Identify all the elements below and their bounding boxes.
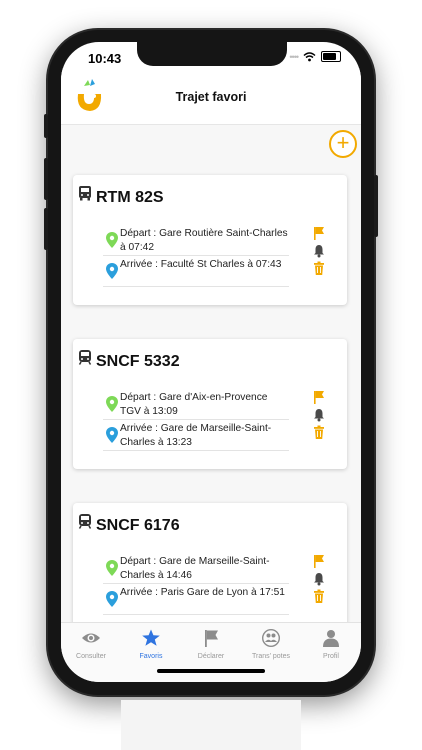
arrival-pin-icon (106, 591, 118, 607)
flag-icon[interactable] (313, 390, 325, 404)
train-icon (78, 350, 92, 365)
bell-icon[interactable] (313, 572, 325, 586)
favorite-card[interactable]: SNCF 6176 Départ : Gare de Marseille-Sai… (73, 503, 347, 622)
bell-icon[interactable] (313, 408, 325, 422)
notch (137, 42, 287, 66)
arrival-row: Arrivée : Faculté St Charles à 07:43 (103, 256, 289, 287)
status-time: 10:43 (88, 51, 122, 66)
flag-icon[interactable] (313, 554, 325, 568)
tab-label: Déclarer (197, 653, 225, 660)
line-name: SNCF 6176 (96, 517, 180, 534)
mute-switch (44, 114, 48, 138)
arrival-text: Arrivée : Faculté St Charles à 07:43 (120, 259, 282, 270)
app-header: Trajet favori (61, 68, 361, 125)
tab-consulter[interactable]: Consulter (61, 623, 121, 671)
tab-trans-potes[interactable]: Trans' potes (241, 623, 301, 671)
volume-down-button (44, 208, 48, 250)
train-icon (78, 514, 92, 529)
phone-shadow (121, 700, 301, 750)
favorites-list: + RTM 82S Départ : Gare Routière Saint-C… (61, 125, 361, 622)
flag-icon[interactable] (313, 226, 325, 240)
bell-icon[interactable] (313, 244, 325, 258)
tab-profil[interactable]: Profil (301, 623, 361, 671)
arrival-text: Arrivée : Gare de Marseille-Saint-Charle… (120, 423, 272, 448)
battery-icon (321, 51, 341, 62)
favorite-card[interactable]: SNCF 5332 Départ : Gare d'Aix-en-Provenc… (73, 339, 347, 469)
home-indicator[interactable] (157, 669, 265, 673)
bus-icon (79, 186, 91, 201)
tab-favoris[interactable]: Favoris (121, 623, 181, 671)
people-icon (262, 629, 280, 647)
departure-pin-icon (106, 232, 118, 248)
tab-label: Favoris (139, 653, 163, 660)
power-button (374, 175, 378, 237)
trash-icon[interactable] (313, 589, 325, 603)
page-title: Trajet favori (175, 90, 247, 104)
app-screen: 10:43 •••• Trajet favori + RTM 82S Dépar… (61, 42, 361, 682)
arrival-text: Arrivée : Paris Gare de Lyon à 17:51 (120, 587, 285, 598)
person-icon (323, 630, 339, 647)
eye-icon (82, 633, 100, 643)
trash-icon[interactable] (313, 261, 325, 275)
signal-icon: •••• (289, 51, 299, 62)
favorite-card[interactable]: RTM 82S Départ : Gare Routière Saint-Cha… (73, 175, 347, 305)
tab-label: Profil (323, 653, 339, 660)
trash-icon[interactable] (313, 425, 325, 439)
arrival-row: Arrivée : Paris Gare de Lyon à 17:51 (103, 584, 289, 615)
departure-pin-icon (106, 396, 118, 412)
arrival-pin-icon (106, 263, 118, 279)
line-name: RTM 82S (96, 189, 164, 206)
star-icon (142, 629, 160, 646)
add-favorite-button[interactable]: + (329, 130, 357, 158)
arrival-pin-icon (106, 427, 118, 443)
line-name: SNCF 5332 (96, 353, 180, 370)
arrival-row: Arrivée : Gare de Marseille-Saint-Charle… (103, 420, 289, 451)
flag-icon (205, 630, 218, 647)
tab-label: Trans' potes (251, 653, 291, 660)
volume-up-button (44, 158, 48, 200)
tab-bar: Consulter Favoris Déclarer Trans' potes … (61, 622, 361, 682)
departure-text: Départ : Gare d'Aix-en-Provence TGV à 13… (120, 392, 268, 417)
tab-declarer[interactable]: Déclarer (181, 623, 241, 671)
departure-row: Départ : Gare d'Aix-en-Provence TGV à 13… (103, 389, 289, 420)
departure-row: Départ : Gare Routière Saint-Charles à 0… (103, 225, 289, 256)
departure-pin-icon (106, 560, 118, 576)
status-icons: •••• (289, 51, 341, 62)
departure-row: Départ : Gare de Marseille-Saint-Charles… (103, 553, 289, 584)
tab-label: Consulter (76, 653, 106, 660)
wifi-icon (303, 51, 316, 61)
departure-text: Départ : Gare Routière Saint-Charles à 0… (120, 228, 288, 253)
departure-text: Départ : Gare de Marseille-Saint-Charles… (120, 556, 270, 581)
